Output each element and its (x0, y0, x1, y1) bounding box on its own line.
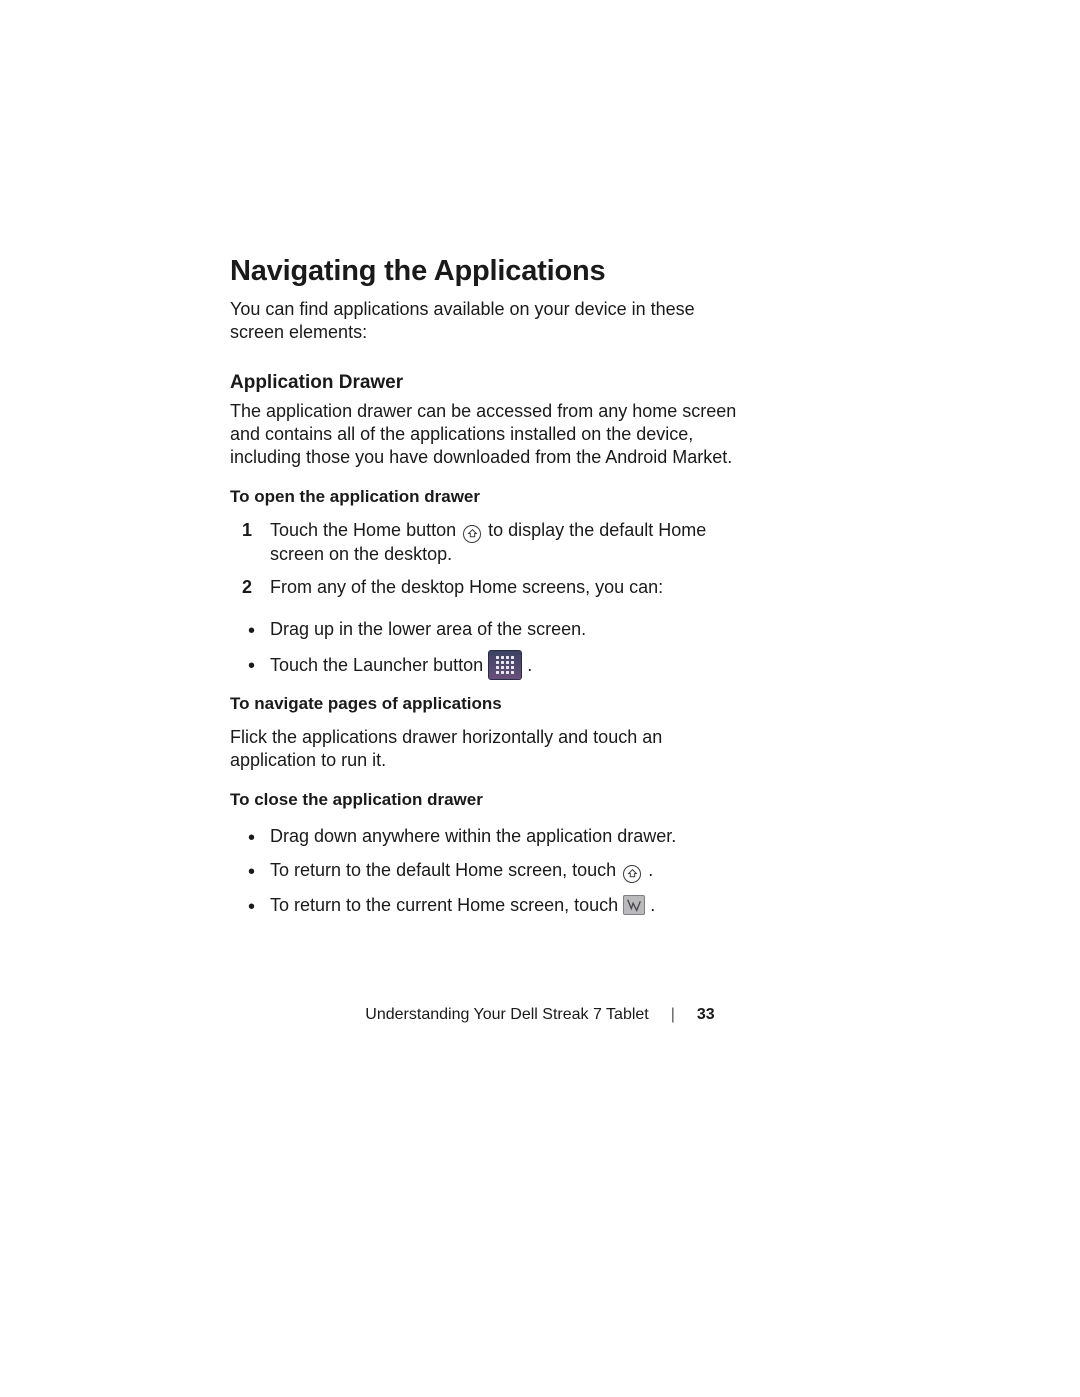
bullet-text: Drag up in the lower area of the screen. (270, 619, 586, 639)
list-item: To return to the current Home screen, to… (230, 891, 740, 920)
open-heading: To open the application drawer (230, 487, 740, 507)
intro-text: You can find applications available on y… (230, 298, 740, 344)
open-step-1: 1 Touch the Home button to display the d… (230, 519, 740, 566)
page-footer: Understanding Your Dell Streak 7 Tablet … (0, 1006, 1080, 1024)
footer-separator: | (671, 1006, 675, 1024)
bullet-text: To return to the current Home screen, to… (270, 895, 623, 915)
step-number: 2 (242, 576, 252, 599)
home-icon (623, 865, 641, 883)
list-item: Touch the Launcher button . (230, 650, 740, 680)
section-title: Application Drawer (230, 372, 740, 394)
bullet-text: Drag down anywhere within the applicatio… (270, 826, 676, 846)
bullet-text: To return to the default Home screen, to… (270, 860, 621, 880)
open-bullets: Drag up in the lower area of the screen.… (230, 615, 740, 680)
bullet-text: . (648, 860, 653, 880)
home-icon (463, 525, 481, 543)
close-heading: To close the application drawer (230, 790, 740, 810)
current-home-icon (623, 895, 645, 915)
close-bullets: Drag down anywhere within the applicatio… (230, 822, 740, 920)
step-number: 1 (242, 519, 252, 542)
page-content: Navigating the Applications You can find… (230, 255, 740, 934)
list-item: To return to the default Home screen, to… (230, 856, 740, 885)
section-desc: The application drawer can be accessed f… (230, 400, 740, 469)
open-steps: 1 Touch the Home button to display the d… (230, 519, 740, 599)
step-text: Touch the Home button (270, 520, 461, 540)
list-item: Drag up in the lower area of the screen. (230, 615, 740, 644)
bullet-text: . (650, 895, 655, 915)
page-number: 33 (697, 1006, 715, 1024)
launcher-icon (488, 650, 522, 680)
bullet-text: Touch the Launcher button (270, 655, 488, 675)
navigate-desc: Flick the applications drawer horizontal… (230, 726, 740, 772)
step-text: From any of the desktop Home screens, yo… (270, 577, 663, 597)
navigate-heading: To navigate pages of applications (230, 694, 740, 714)
open-step-2: 2 From any of the desktop Home screens, … (230, 576, 740, 599)
list-item: Drag down anywhere within the applicatio… (230, 822, 740, 851)
footer-title: Understanding Your Dell Streak 7 Tablet (365, 1006, 648, 1024)
bullet-text: . (527, 655, 532, 675)
page-heading: Navigating the Applications (230, 255, 740, 288)
